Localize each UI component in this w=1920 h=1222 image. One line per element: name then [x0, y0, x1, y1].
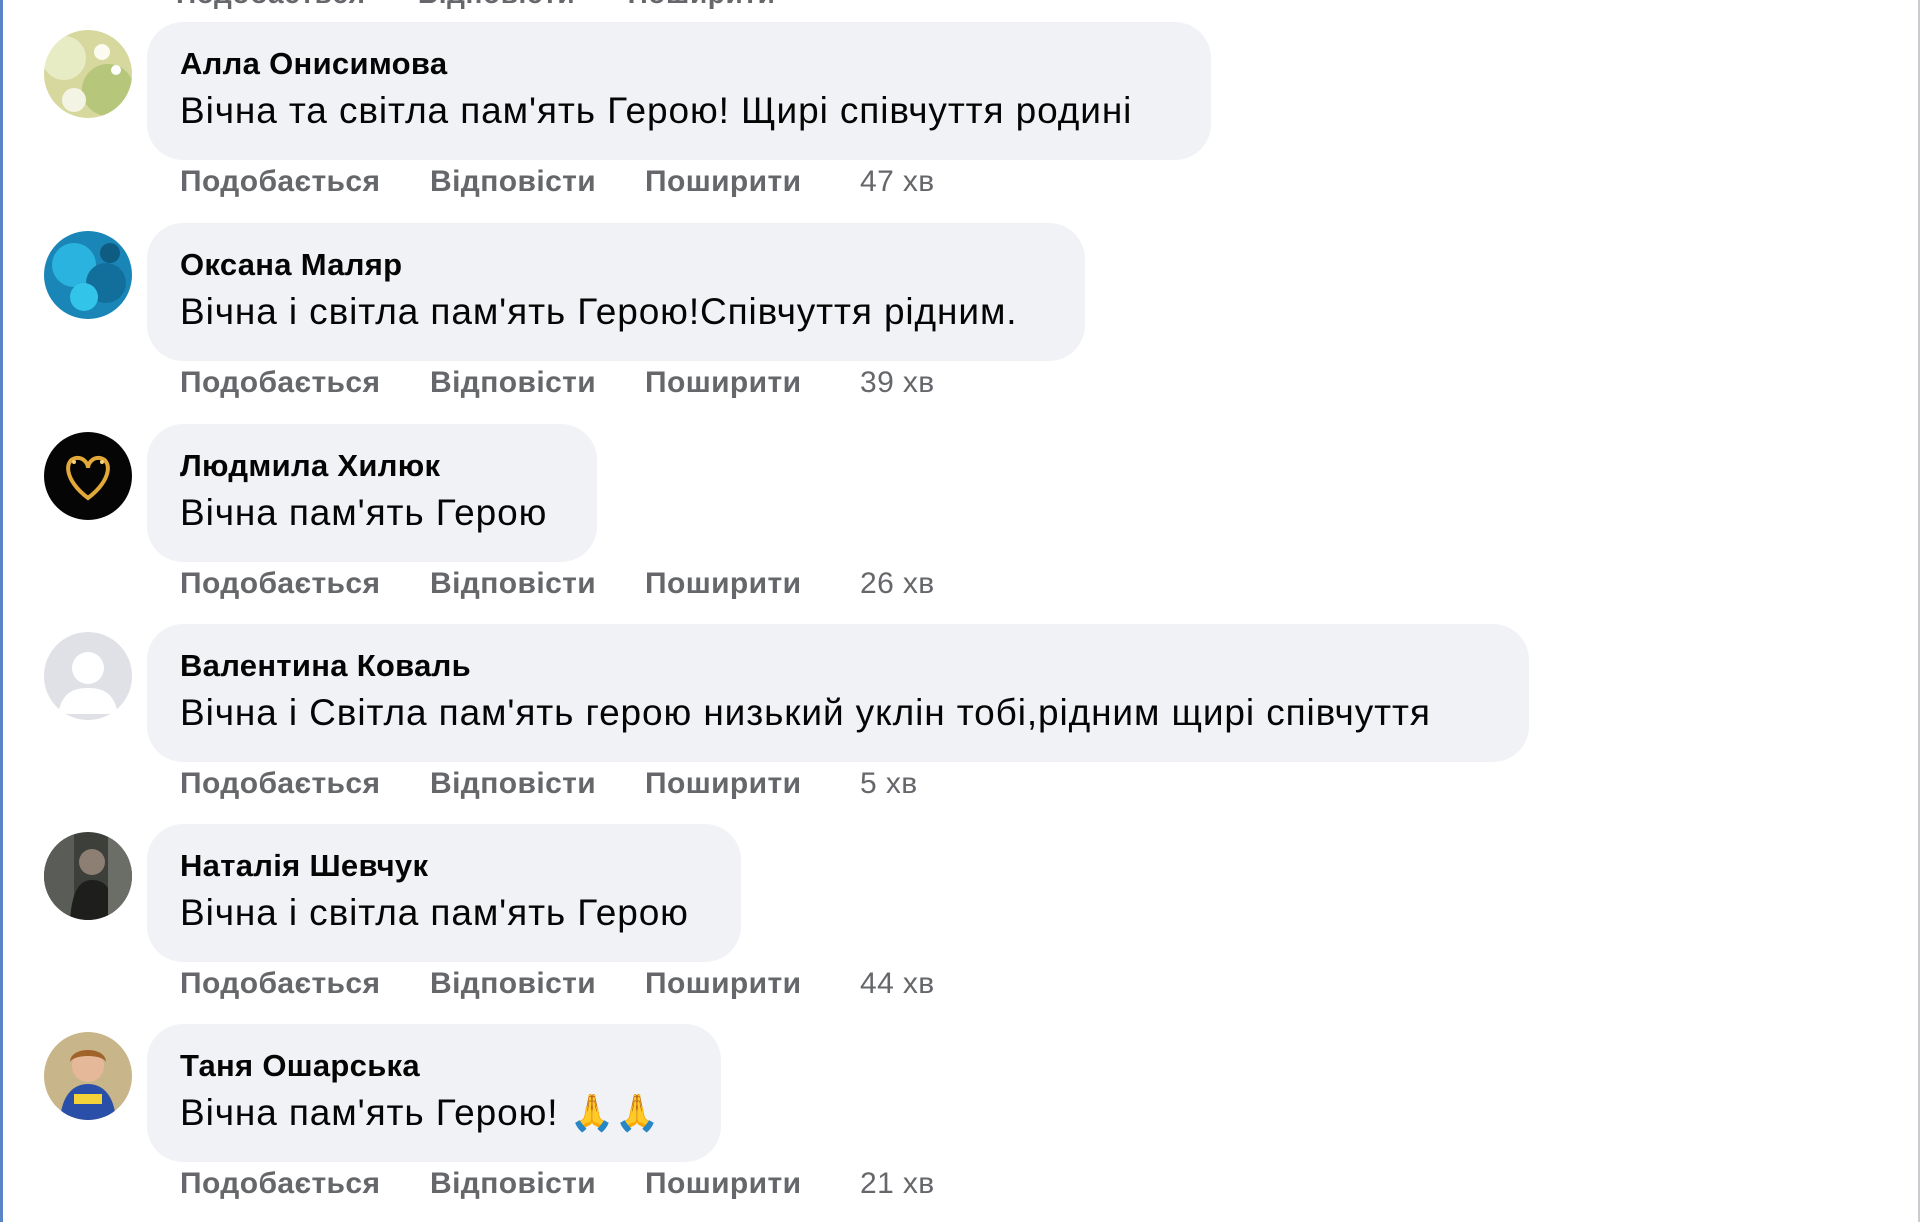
- comment-bubble: Людмила Хилюк Вічна пам'ять Герою: [147, 424, 597, 562]
- reply-action[interactable]: Відповісти: [430, 366, 596, 400]
- like-action[interactable]: Подобається: [180, 165, 380, 199]
- previous-reply-action[interactable]: Відповісти: [418, 0, 575, 9]
- reply-action[interactable]: Відповісти: [430, 767, 596, 801]
- like-action[interactable]: Подобається: [180, 767, 380, 801]
- comment-text: Вічна пам'ять Герою: [180, 492, 548, 533]
- comment-item: Таня Ошарська Вічна пам'ять Герою! 🙏🙏 По…: [0, 1024, 1920, 1222]
- flowers-photo-avatar[interactable]: [44, 30, 132, 118]
- person-photo-avatar[interactable]: [44, 832, 132, 920]
- comment-timestamp[interactable]: 26 хв: [860, 567, 935, 601]
- share-action[interactable]: Поширити: [645, 1167, 801, 1201]
- comments-viewport: Подобається Відповісти Поширити Алла Они…: [0, 0, 1920, 1222]
- reply-action[interactable]: Відповісти: [430, 967, 596, 1001]
- default-profile-avatar[interactable]: [44, 632, 132, 720]
- share-action[interactable]: Поширити: [645, 567, 801, 601]
- comment-timestamp[interactable]: 47 хв: [860, 165, 935, 199]
- comment-bubble: Наталія Шевчук Вічна і світла пам'ять Ге…: [147, 824, 741, 962]
- comment-timestamp[interactable]: 5 хв: [860, 767, 918, 801]
- comment-timestamp[interactable]: 44 хв: [860, 967, 935, 1001]
- praying-hands-icon: 🙏🙏: [569, 1092, 660, 1133]
- like-action[interactable]: Подобається: [180, 366, 380, 400]
- like-action[interactable]: Подобається: [180, 967, 380, 1001]
- comment-bubble: Алла Онисимова Вічна та світла пам'ять Г…: [147, 22, 1211, 160]
- comment-author[interactable]: Таня Ошарська: [180, 1048, 420, 1084]
- comment-author[interactable]: Валентина Коваль: [180, 648, 471, 684]
- comment-author[interactable]: Наталія Шевчук: [180, 848, 428, 884]
- comment-item: Наталія Шевчук Вічна і світла пам'ять Ге…: [0, 824, 1920, 1024]
- comment-bubble: Оксана Маляр Вічна і світла пам'ять Геро…: [147, 223, 1085, 361]
- comment-text: Вічна та світла пам'ять Герою! Щирі спів…: [180, 90, 1133, 131]
- comment-text: Вічна і світла пам'ять Герою: [180, 892, 689, 933]
- previous-comment-actions: Подобається Відповісти Поширити: [176, 0, 819, 9]
- share-action[interactable]: Поширити: [645, 967, 801, 1001]
- share-action[interactable]: Поширити: [645, 165, 801, 199]
- comment-item: Валентина Коваль Вічна і Світла пам'ять …: [0, 624, 1920, 824]
- comment-author[interactable]: Оксана Маляр: [180, 247, 402, 283]
- previous-like-action[interactable]: Подобається: [176, 0, 366, 9]
- comment-author[interactable]: Алла Онисимова: [180, 46, 447, 82]
- previous-share-action[interactable]: Поширити: [628, 0, 776, 9]
- comment-text: Вічна і Світла пам'ять герою низький укл…: [180, 692, 1431, 733]
- blue-flowers-avatar[interactable]: [44, 231, 132, 319]
- share-action[interactable]: Поширити: [645, 767, 801, 801]
- share-action[interactable]: Поширити: [645, 366, 801, 400]
- reply-action[interactable]: Відповісти: [430, 567, 596, 601]
- comment-text: Вічна і світла пам'ять Герою!Співчуття р…: [180, 291, 1018, 332]
- comment-item: Людмила Хилюк Вічна пам'ять Герою Подоба…: [0, 424, 1920, 624]
- comment-timestamp[interactable]: 21 хв: [860, 1167, 935, 1201]
- like-action[interactable]: Подобається: [180, 1167, 380, 1201]
- reply-action[interactable]: Відповісти: [430, 1167, 596, 1201]
- golden-heart-avatar[interactable]: [44, 432, 132, 520]
- comment-text-body: Вічна пам'ять Герою!: [180, 1092, 559, 1133]
- reply-action[interactable]: Відповісти: [430, 165, 596, 199]
- comment-text: Вічна пам'ять Герою! 🙏🙏: [180, 1092, 659, 1134]
- comment-item: Оксана Маляр Вічна і світла пам'ять Геро…: [0, 223, 1920, 423]
- comment-bubble: Валентина Коваль Вічна і Світла пам'ять …: [147, 624, 1529, 762]
- comment-bubble: Таня Ошарська Вічна пам'ять Герою! 🙏🙏: [147, 1024, 721, 1162]
- comment-item: Алла Онисимова Вічна та світла пам'ять Г…: [0, 22, 1920, 222]
- comment-timestamp[interactable]: 39 хв: [860, 366, 935, 400]
- like-action[interactable]: Подобається: [180, 567, 380, 601]
- comment-author[interactable]: Людмила Хилюк: [180, 448, 440, 484]
- woman-photo-avatar[interactable]: [44, 1032, 132, 1120]
